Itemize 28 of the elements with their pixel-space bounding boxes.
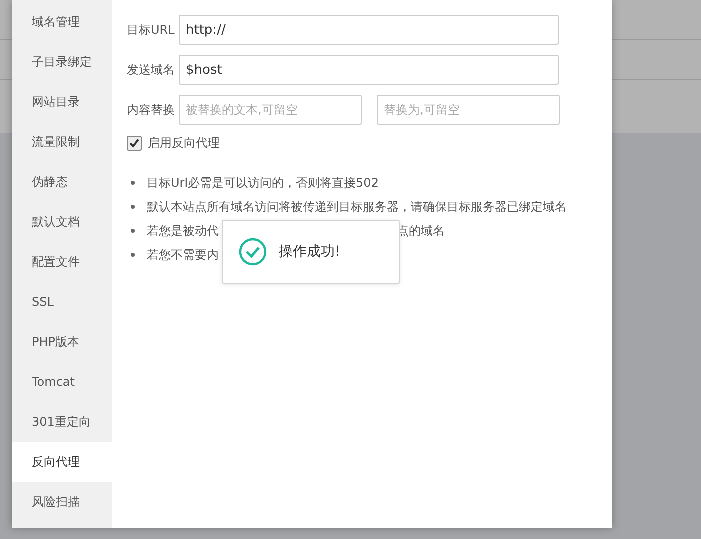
sidebar-item[interactable]: 301重定向 [12, 402, 112, 442]
note-text: 默认本站点所有域名访问将被传递到目标服务器，请确保目标服务器已绑定域名 [147, 198, 567, 216]
checkbox-label: 启用反向代理 [148, 135, 220, 152]
sidebar-item[interactable]: Tomcat [12, 362, 112, 402]
input-field[interactable]: $host [179, 55, 559, 85]
sidebar-item[interactable]: 配置文件 [12, 242, 112, 282]
toast-message: 操作成功! [279, 243, 341, 261]
checkbox[interactable] [127, 136, 142, 151]
sidebar-item[interactable]: 子目录绑定 [12, 42, 112, 82]
sidebar-item[interactable]: 反向代理 [12, 442, 112, 482]
input-field[interactable]: 被替换的文本,可留空 [179, 95, 362, 125]
input-field[interactable]: http:// [179, 15, 559, 45]
sidebar-item[interactable]: 风险扫描 [12, 482, 112, 522]
sidebar-item[interactable]: PHP版本 [12, 322, 112, 362]
field-label: 内容替换 [127, 102, 176, 118]
check-circle-icon [239, 238, 267, 266]
field-label: 发送域名 [127, 62, 176, 78]
note-text: 若您是被动代 [147, 222, 219, 240]
sidebar-item[interactable]: SSL [12, 282, 112, 322]
input-field[interactable]: 替换为,可留空 [377, 95, 560, 125]
field-label: 目标URL [127, 22, 176, 38]
note-text: 目标Url必需是可以访问的，否则将直接502 [147, 174, 379, 192]
sidebar-item[interactable]: 流量限制 [12, 122, 112, 162]
sidebar-item[interactable]: 网站目录 [12, 82, 112, 122]
sidebar-item[interactable]: 域名管理 [12, 2, 112, 42]
sidebar-item[interactable]: 默认文档 [12, 202, 112, 242]
sidebar-item[interactable]: 伪静态 [12, 162, 112, 202]
note-text: 若您不需要内 [147, 246, 219, 264]
